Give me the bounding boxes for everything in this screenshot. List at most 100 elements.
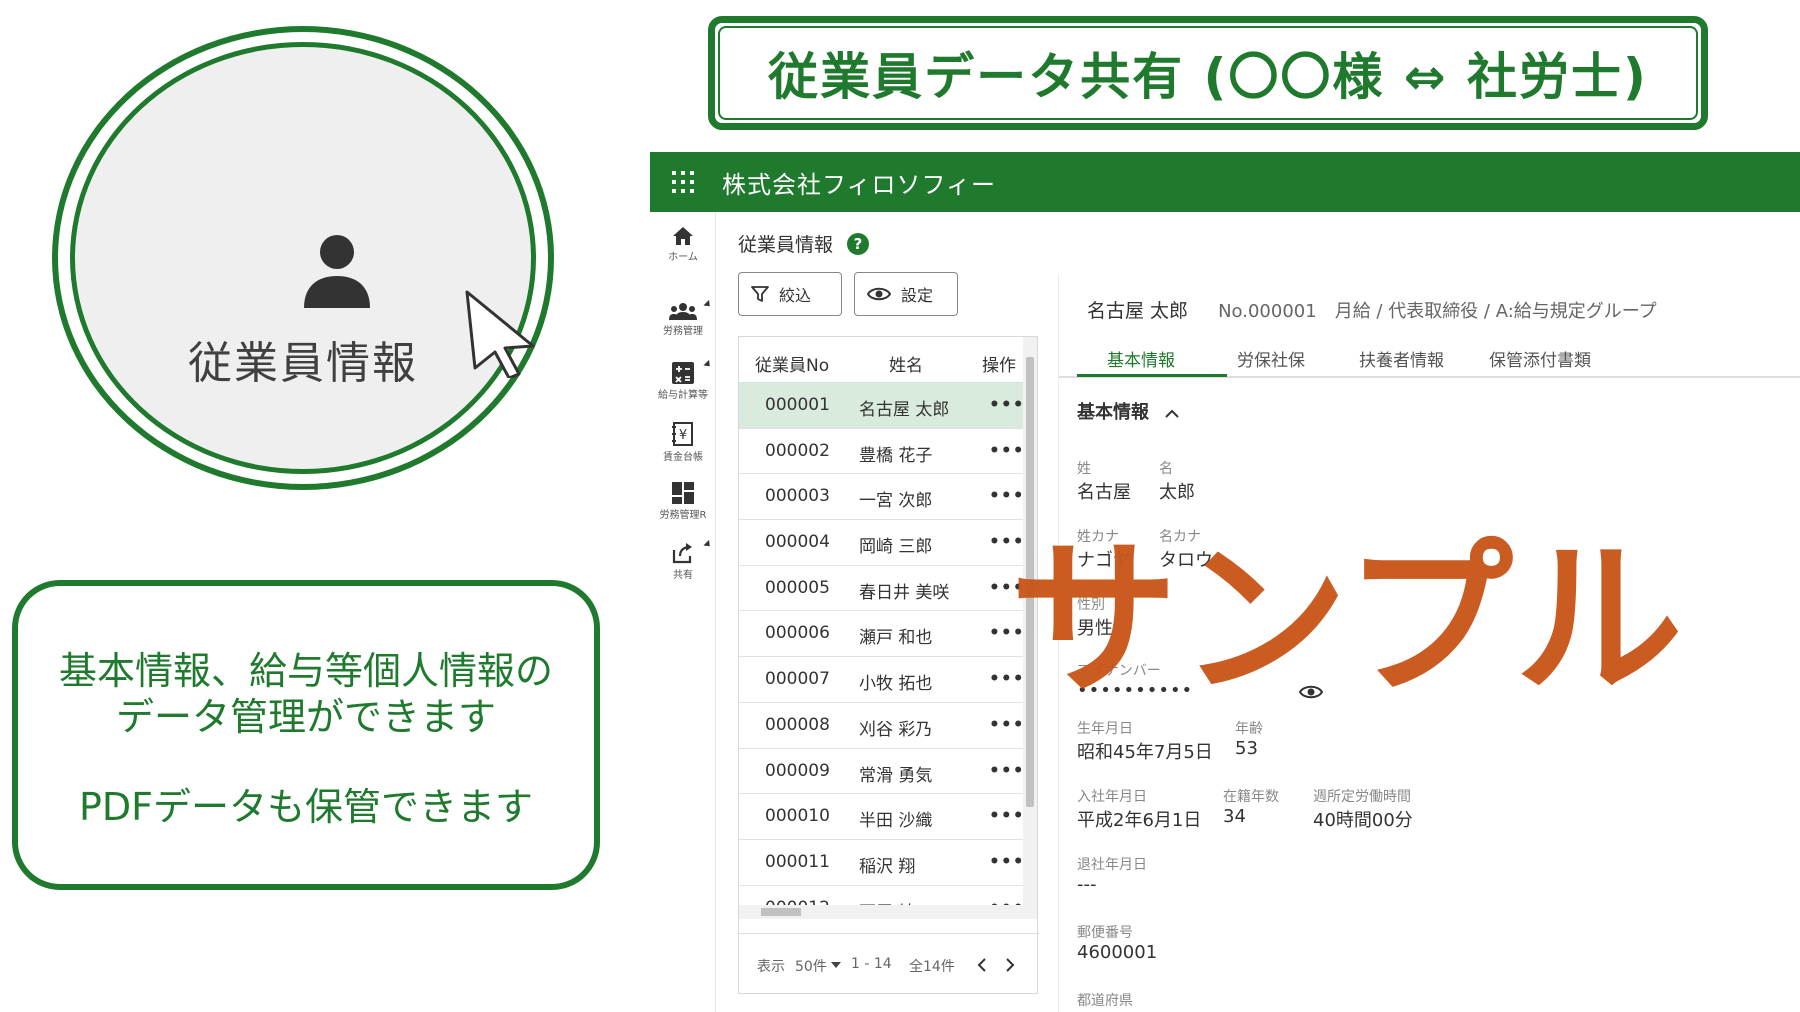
row-actions-icon[interactable]: ••• <box>989 441 1025 461</box>
pagination-range: 1 - 14 <box>851 956 892 972</box>
column-header-employee-no[interactable]: 従業員No <box>755 351 829 376</box>
column-header-name[interactable]: 姓名 <box>889 351 923 376</box>
nav-item-wage-ledger[interactable]: ¥ 賃金台帳 <box>650 422 716 463</box>
page-title: 従業員情報 ? <box>738 230 870 257</box>
caret-icon <box>703 299 713 310</box>
slide-title: 従業員データ共有 (〇〇様 ⇔ 社労士) <box>768 48 1648 106</box>
nav-item-labor-management[interactable]: 労務管理 <box>650 299 716 337</box>
sample-watermark: サンプル <box>1010 522 1685 718</box>
employee-name-cell: 常滑 勇気 <box>859 765 933 786</box>
chevron-right-icon[interactable] <box>1005 958 1015 972</box>
employee-name-cell: 稲沢 翔 <box>859 856 916 877</box>
employee-list-rows: 000001 名古屋 太郎 ••• 000002 豊橋 花子 ••• 000003 一宮 次郎… <box>739 383 1025 905</box>
filter-button[interactable]: 絞込 <box>738 272 842 316</box>
tab-attachments[interactable]: 保管添付書類 <box>1489 346 1591 371</box>
pagination-footer: 表示 50件 1 - 14 全14件 <box>739 933 1039 993</box>
employee-name-cell: 豊橋 花子 <box>859 445 933 466</box>
employee-no-cell: 000003 <box>765 486 830 507</box>
field-label: 入社年月日 <box>1077 789 1147 805</box>
employee-name-cell: 岡崎 三郎 <box>859 537 933 558</box>
employee-name-cell: 春日井 美咲 <box>859 582 950 603</box>
table-row[interactable]: 000012 西尾 慎一 ••• <box>739 886 1025 905</box>
mouse-cursor-icon <box>465 290 535 378</box>
employee-name: 名古屋 太郎 <box>1087 300 1189 322</box>
employee-list-header: 従業員No 姓名 操作 <box>739 337 1025 383</box>
tab-basic-info[interactable]: 基本情報 <box>1107 346 1175 371</box>
employee-summary: No.000001 月給 / 代表取締役 / A:給与規定グループ <box>1218 301 1657 322</box>
field-value-weekly-hours: 40時間00分 <box>1313 810 1413 831</box>
field-label: 名 <box>1159 461 1173 477</box>
row-actions-icon[interactable]: ••• <box>989 806 1025 826</box>
employee-no-cell: 000011 <box>765 851 830 872</box>
employee-no-cell: 000010 <box>765 806 830 827</box>
employee-no-cell: 000001 <box>765 395 830 415</box>
app-header-bar: 株式会社フィロソフィー <box>650 152 1800 212</box>
field-label: 姓 <box>1077 461 1091 477</box>
nav-item-share[interactable]: 共有 <box>650 539 716 581</box>
app-launcher-icon[interactable] <box>650 152 716 212</box>
per-page-select[interactable]: 50件 <box>795 956 827 976</box>
settings-button[interactable]: 設定 <box>854 272 958 316</box>
field-label: 退社年月日 <box>1077 857 1147 873</box>
nav-item-home[interactable]: ホーム <box>650 226 716 263</box>
table-row[interactable]: 000011 稲沢 翔 ••• <box>739 840 1025 886</box>
chevron-down-icon[interactable] <box>831 962 841 968</box>
nav-label: 給与計算等 <box>658 390 708 401</box>
field-label: 週所定労働時間 <box>1313 789 1411 805</box>
callout-text-line: 基本情報、給与等個人情報の <box>58 649 553 693</box>
field-value-leave-date: --- <box>1077 874 1097 895</box>
employee-no-cell: 000002 <box>765 440 830 461</box>
filter-icon <box>751 286 769 302</box>
settings-button-label: 設定 <box>901 286 934 305</box>
employee-name-cell: 小牧 拓也 <box>859 674 933 695</box>
row-actions-icon[interactable]: ••• <box>989 898 1025 905</box>
people-icon <box>669 303 697 320</box>
field-value-postal-code: 4600001 <box>1077 942 1158 963</box>
dashboard-icon <box>672 482 694 504</box>
table-row[interactable]: 000004 岡崎 三郎 ••• <box>739 520 1025 566</box>
employee-no-cell: 000007 <box>765 669 830 690</box>
caret-icon <box>703 539 713 550</box>
employee-name-cell: 名古屋 太郎 <box>859 400 950 420</box>
scrollbar-thumb[interactable] <box>761 908 801 916</box>
svg-text:¥: ¥ <box>679 428 687 443</box>
table-row[interactable]: 000008 刈谷 彩乃 ••• <box>739 703 1025 749</box>
detail-tabs: 基本情報 労保社保 扶養者情報 保管添付書類 <box>1059 336 1800 378</box>
ledger-icon: ¥ <box>672 422 693 446</box>
row-actions-icon[interactable]: ••• <box>989 761 1025 781</box>
nav-item-payroll[interactable]: 給与計算等 <box>650 359 716 401</box>
chevron-up-icon[interactable] <box>1165 409 1179 418</box>
tab-insurance[interactable]: 労保社保 <box>1237 346 1305 371</box>
section-basic-info[interactable]: 基本情報 <box>1077 398 1179 424</box>
table-row[interactable]: 000010 半田 沙織 ••• <box>739 794 1025 840</box>
table-row[interactable]: 000005 春日井 美咲 ••• <box>739 566 1025 612</box>
nav-label: ホーム <box>668 252 698 263</box>
table-row[interactable]: 000006 瀬戸 和也 ••• <box>739 611 1025 658</box>
table-row[interactable]: 000001 名古屋 太郎 ••• <box>739 383 1025 429</box>
row-actions-icon[interactable]: ••• <box>989 852 1025 872</box>
row-actions-icon[interactable]: ••• <box>989 395 1025 415</box>
tab-dependents[interactable]: 扶養者情報 <box>1359 346 1444 371</box>
slide-title-box: 従業員データ共有 (〇〇様 ⇔ 社労士) <box>708 16 1708 130</box>
callout-text-line: PDFデータも保管できます <box>78 785 534 829</box>
share-icon <box>672 543 692 564</box>
help-icon[interactable]: ? <box>847 232 870 255</box>
table-row[interactable]: 000009 常滑 勇気 ••• <box>739 749 1025 795</box>
section-title-text: 基本情報 <box>1077 402 1149 423</box>
callout-circle-inner: 従業員情報 <box>70 42 536 474</box>
field-value-tenure: 34 <box>1223 806 1246 827</box>
table-row[interactable]: 000002 豊橋 花子 ••• <box>739 429 1025 475</box>
chevron-left-icon[interactable] <box>977 958 987 972</box>
nav-label: 共有 <box>673 570 693 581</box>
employee-name-cell: 半田 沙織 <box>859 811 933 832</box>
table-row[interactable]: 000003 一宮 次郎 ••• <box>739 474 1025 521</box>
nav-label: 労務管理R <box>659 510 707 521</box>
callout-text-line: データ管理ができます <box>115 695 496 739</box>
table-row[interactable]: 000007 小牧 拓也 ••• <box>739 657 1025 703</box>
horizontal-scrollbar[interactable] <box>739 905 1025 919</box>
home-icon <box>673 227 693 245</box>
calculator-icon <box>672 362 694 384</box>
nav-item-labor-management-r[interactable]: 労務管理R <box>650 482 716 521</box>
active-tab-indicator <box>1077 374 1227 377</box>
field-value-age: 53 <box>1235 738 1258 759</box>
